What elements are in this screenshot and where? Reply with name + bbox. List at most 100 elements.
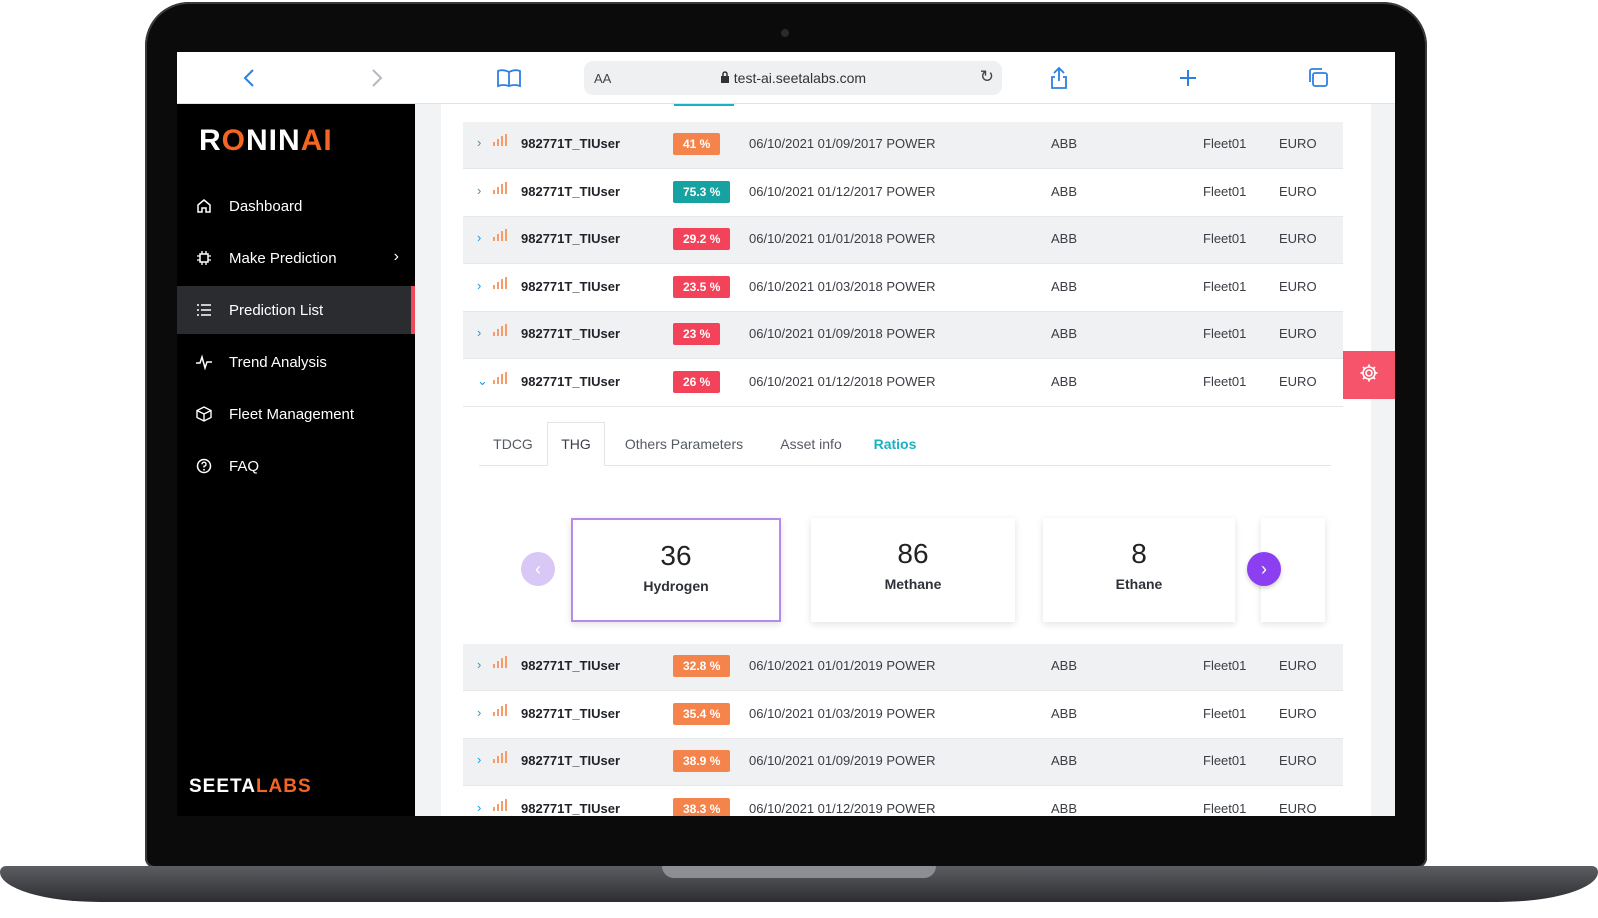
laptop-notch <box>662 866 936 878</box>
bookmarks-icon[interactable] <box>495 64 523 92</box>
url-field[interactable]: AA test-ai.seetalabs.com ↻ <box>584 61 1002 95</box>
table-row[interactable]: › 982771T_TIUser 23.5 % 06/10/2021 01/03/20… <box>463 265 1343 312</box>
expand-chevron-icon[interactable]: › <box>477 230 481 245</box>
gas-label: Ethane <box>1115 576 1163 592</box>
table-row[interactable]: ⌄ 982771T_TIUser 26 % 06/10/2021 01/12/2018… <box>463 360 1343 407</box>
table-row[interactable]: › 982771T_TIUser 32.8 % 06/10/2021 01/01/20… <box>463 644 1343 691</box>
signal-bars-icon <box>493 798 507 811</box>
lock-icon <box>720 70 734 86</box>
user-cell: 982771T_TIUser <box>521 326 621 342</box>
home-icon <box>195 197 213 215</box>
prediction-list-panel: › 982771T_TIUser 41 % 06/10/2021 01/09/2017… <box>441 104 1371 816</box>
user-cell: 982771T_TIUser <box>521 136 621 151</box>
manufacturer-cell: ABB <box>1051 278 1078 294</box>
sidebar-item-make-prediction[interactable]: Make Prediction › <box>177 234 415 282</box>
table-row[interactable]: › 982771T_TIUser 38.3 % 06/10/2021 01/12/20… <box>463 787 1343 816</box>
table-row[interactable]: › 982771T_TIUser 35.4 % 06/10/2021 01/03/20… <box>463 692 1343 739</box>
detail-tabs: TDCG THG Others Parameters Asset info Ra… <box>479 422 1331 466</box>
settings-button[interactable] <box>1343 351 1395 399</box>
signal-bars-icon <box>493 751 507 764</box>
sidebar-item-faq[interactable]: FAQ <box>177 442 415 490</box>
expand-chevron-icon[interactable]: › <box>477 183 481 198</box>
sidebar-item-label: Dashboard <box>229 197 303 215</box>
manufacturer-cell: ABB <box>1051 753 1078 769</box>
gas-card-methane[interactable]: 86 Methane <box>811 518 1015 622</box>
gear-icon <box>1359 363 1379 388</box>
signal-bars-icon <box>493 703 507 716</box>
fleet-cell: Fleet01 <box>1203 705 1247 721</box>
roninai-logo[interactable]: RONINAI <box>199 124 333 158</box>
seetalabs-logo: SEETALABS <box>189 776 312 797</box>
user-cell: 982771T_TIUser <box>521 705 621 721</box>
percent-badge: 23 % <box>673 323 721 346</box>
expand-chevron-icon[interactable]: ⌄ <box>477 373 488 389</box>
signal-bars-icon <box>493 276 507 289</box>
signal-bars-icon <box>493 181 507 194</box>
gas-label: Methane <box>884 576 942 592</box>
gas-card-ethane[interactable]: 8 Ethane <box>1043 518 1235 622</box>
expand-chevron-icon[interactable]: › <box>477 752 481 767</box>
gas-card-hydrogen[interactable]: 36 Hydrogen <box>571 518 781 622</box>
fleet-cell: Fleet01 <box>1203 753 1247 769</box>
currency-cell: EURO <box>1279 658 1317 673</box>
manufacturer-cell: ABB <box>1051 800 1078 816</box>
user-cell: 982771T_TIUser <box>521 800 621 816</box>
back-icon[interactable] <box>235 64 263 92</box>
pulse-icon <box>195 353 213 371</box>
currency-cell: EURO <box>1279 278 1317 294</box>
date-cell: 06/10/2021 01/09/2017 POWER <box>749 136 936 151</box>
fleet-cell: Fleet01 <box>1203 231 1247 247</box>
table-row[interactable]: › 982771T_TIUser 41 % 06/10/2021 01/09/2017… <box>463 122 1343 169</box>
carousel-prev-button[interactable]: ‹ <box>521 552 555 586</box>
expand-chevron-icon[interactable]: › <box>477 135 481 150</box>
carousel-next-button[interactable]: › <box>1247 552 1281 586</box>
expand-chevron-icon[interactable]: › <box>477 325 481 340</box>
forward-icon[interactable] <box>363 64 391 92</box>
table-row[interactable]: › 982771T_TIUser 38.9 % 06/10/2021 01/09/20… <box>463 739 1343 787</box>
tab-thg[interactable]: THG <box>547 422 605 466</box>
date-cell: 06/10/2021 01/09/2018 POWER <box>749 326 936 342</box>
sidebar-item-dashboard[interactable]: Dashboard <box>177 182 415 230</box>
table-row[interactable]: › 982771T_TIUser 75.3 % 06/10/2021 01/12/20… <box>463 170 1343 217</box>
new-tab-icon[interactable] <box>1174 64 1202 92</box>
sidebar-item-prediction-list[interactable]: Prediction List <box>177 286 415 334</box>
tab-asset-info[interactable]: Asset info <box>763 422 859 466</box>
url-text: test-ai.seetalabs.com <box>584 70 1002 86</box>
percent-badge: 41 % <box>673 133 721 155</box>
expand-chevron-icon[interactable]: › <box>477 657 481 672</box>
sidebar: RONINAI Dashboard Make Prediction › Pred… <box>177 104 415 816</box>
fleet-cell: Fleet01 <box>1203 658 1247 673</box>
tabs-icon[interactable] <box>1304 64 1332 92</box>
fleet-cell: Fleet01 <box>1203 278 1247 294</box>
tab-tdcg[interactable]: TDCG <box>479 422 547 466</box>
sidebar-item-label: Fleet Management <box>229 405 355 423</box>
tab-ratios[interactable]: Ratios <box>863 422 927 466</box>
sidebar-item-fleet-management[interactable]: Fleet Management <box>177 390 415 438</box>
reload-icon[interactable]: ↻ <box>980 67 994 87</box>
date-cell: 06/10/2021 01/03/2019 POWER <box>749 705 936 721</box>
tab-others-parameters[interactable]: Others Parameters <box>609 422 759 466</box>
table-row[interactable]: › 982771T_TIUser 29.2 % 06/10/2021 01/01/20… <box>463 217 1343 265</box>
expand-chevron-icon[interactable]: › <box>477 800 481 815</box>
expand-chevron-icon[interactable]: › <box>477 705 481 720</box>
fleet-cell: Fleet01 <box>1203 374 1247 389</box>
signal-bars-icon <box>493 656 507 668</box>
fleet-cell: Fleet01 <box>1203 183 1247 199</box>
gas-value: 8 <box>1131 538 1147 569</box>
currency-cell: EURO <box>1279 183 1317 199</box>
currency-cell: EURO <box>1279 231 1317 247</box>
user-cell: 982771T_TIUser <box>521 753 621 769</box>
user-cell: 982771T_TIUser <box>521 374 621 389</box>
manufacturer-cell: ABB <box>1051 705 1078 721</box>
sidebar-item-trend-analysis[interactable]: Trend Analysis <box>177 338 415 386</box>
date-cell: 06/10/2021 01/03/2018 POWER <box>749 278 936 294</box>
browser-toolbar: AA test-ai.seetalabs.com ↻ <box>177 52 1395 104</box>
signal-bars-icon <box>493 372 507 384</box>
currency-cell: EURO <box>1279 753 1317 769</box>
signal-bars-icon <box>493 134 507 146</box>
gas-label: Hydrogen <box>643 578 709 594</box>
percent-badge: 38.9 % <box>673 750 731 773</box>
table-row[interactable]: › 982771T_TIUser 23 % 06/10/2021 01/09/2018… <box>463 312 1343 360</box>
share-icon[interactable] <box>1045 64 1073 92</box>
expand-chevron-icon[interactable]: › <box>477 278 481 293</box>
